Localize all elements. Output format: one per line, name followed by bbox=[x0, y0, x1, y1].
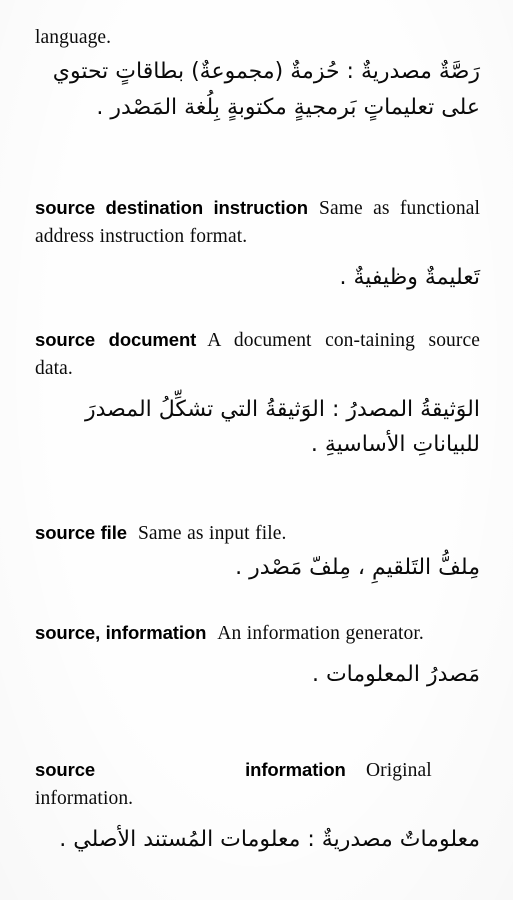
entry-arabic-block: الوَثيقةُ المصدرُ : الوَثيقةُ التي تشكِّ… bbox=[35, 392, 480, 463]
arabic-line: رَصَّةٌ مصدريةٌ : حُزمةٌ (مجموعةٌ) بطاقا… bbox=[52, 58, 480, 84]
entry-continuation: language. رَصَّةٌ مصدريةٌ : حُزمةٌ (مجمو… bbox=[35, 24, 480, 125]
entry-source-file: source file Same as input file. مِلفُّ ال… bbox=[35, 520, 480, 586]
entry-english-block: source information Original information. bbox=[35, 757, 480, 813]
arabic-line: تَعليمةٌ وظيفيةٌ . bbox=[339, 264, 481, 290]
entry-arabic-block: معلوماتٌ مصدريةٌ : معلومات المُستند الأص… bbox=[35, 822, 480, 858]
headword-part: information bbox=[245, 759, 346, 780]
headword: source file bbox=[35, 522, 127, 543]
entry-source-destination-instruction: source destination instruction Same as fu… bbox=[35, 195, 480, 295]
entry-arabic-block: مَصدرُ المعلومات . bbox=[35, 657, 480, 693]
arabic-line: معلوماتٌ مصدريةٌ : معلومات المُستند الأص… bbox=[59, 826, 480, 852]
arabic-line: للبياناتِ الأساسيةِ . bbox=[310, 432, 480, 458]
arabic-line: الوَثيقةُ المصدرُ : الوَثيقةُ التي تشكِّ… bbox=[84, 396, 480, 422]
headword: source information bbox=[35, 757, 355, 783]
entry-source-information-original: source information Original information. م… bbox=[35, 757, 480, 857]
entry-english-block: source document A document con-taining so… bbox=[35, 327, 480, 383]
headword: source document bbox=[35, 329, 197, 350]
entry-arabic-block: مِلفُّ التَلقيمِ ، مِلفّ مَصْدر . bbox=[35, 550, 480, 586]
headword-part: source bbox=[35, 759, 96, 780]
entry-arabic-block: تَعليمةٌ وظيفيةٌ . bbox=[35, 260, 481, 296]
entry-english-block: source file Same as input file. bbox=[35, 520, 480, 548]
entry-english-block: source, information An information genera… bbox=[35, 620, 480, 648]
headword: source destination instruction bbox=[35, 197, 309, 218]
definition: An information generator. bbox=[217, 623, 424, 644]
definition: Same as input file. bbox=[137, 523, 287, 544]
continuation-english-tail: language. bbox=[35, 27, 112, 48]
headword: source, information bbox=[35, 622, 207, 643]
entry-english-block: source destination instruction Same as fu… bbox=[35, 195, 480, 251]
entry-source-document: source document A document con-taining so… bbox=[35, 327, 480, 463]
dictionary-page: language. رَصَّةٌ مصدريةٌ : حُزمةٌ (مجمو… bbox=[0, 0, 513, 900]
continuation-arabic-block: رَصَّةٌ مصدريةٌ : حُزمةٌ (مجموعةٌ) بطاقا… bbox=[35, 54, 480, 125]
arabic-line: مِلفُّ التَلقيمِ ، مِلفّ مَصْدر . bbox=[235, 554, 480, 580]
entry-source-information: source, information An information genera… bbox=[35, 620, 480, 693]
arabic-line: مَصدرُ المعلومات . bbox=[311, 661, 480, 687]
arabic-line: على تعليماتٍ بَرمجيةٍ مكتوبةٍ بِلُغة الم… bbox=[96, 94, 480, 120]
